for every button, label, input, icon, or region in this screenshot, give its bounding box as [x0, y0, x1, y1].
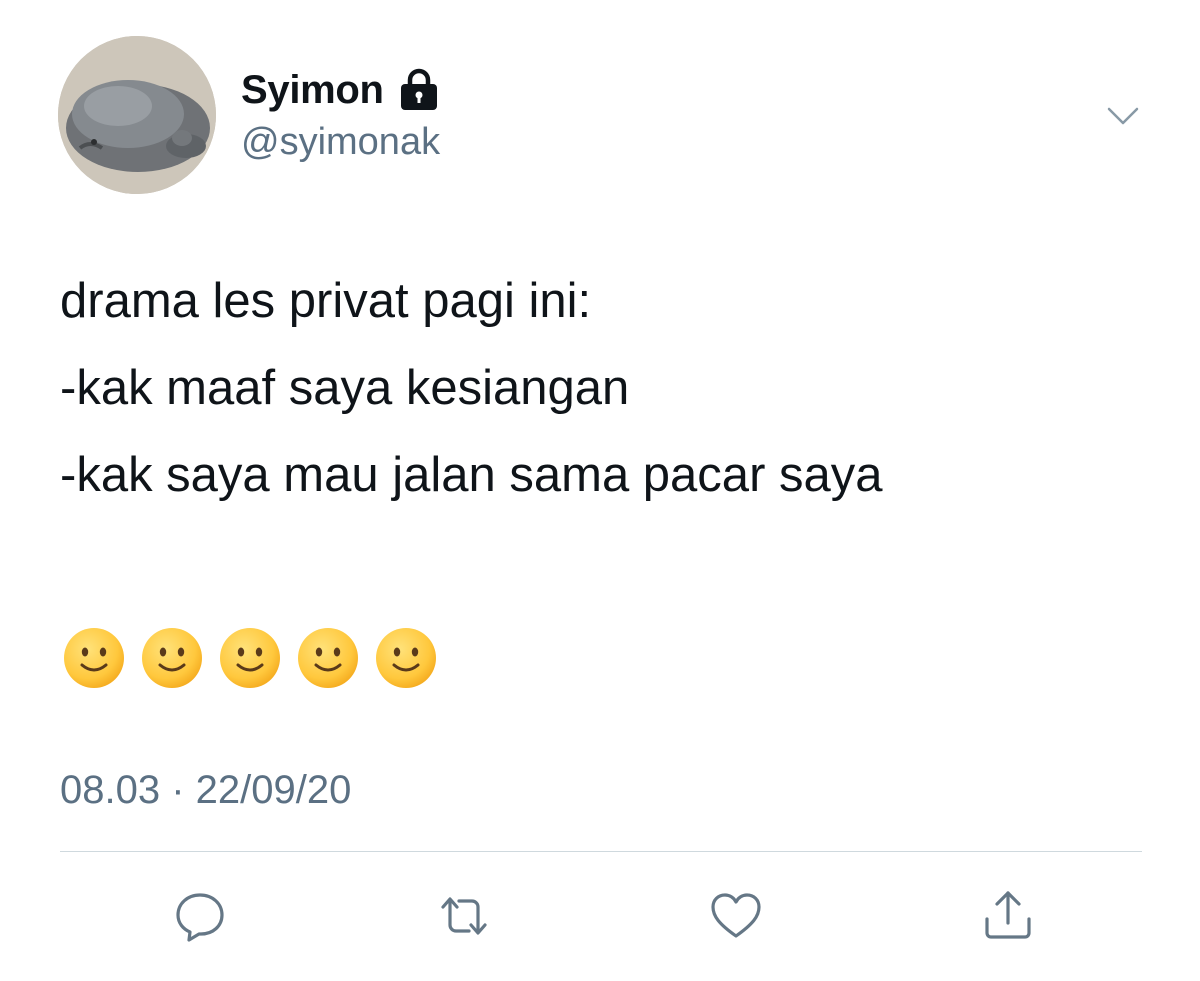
- retweet-icon: [441, 897, 487, 935]
- retweet-button[interactable]: [432, 884, 496, 948]
- avatar[interactable]: [58, 36, 216, 194]
- slightly-smiling-face-icon: [376, 628, 436, 688]
- slightly-smiling-face-icon: [142, 628, 202, 688]
- tweet-card: Syimon @syimonak drama les privat pagi i…: [0, 0, 1200, 981]
- author-handle[interactable]: @syimonak: [241, 121, 440, 164]
- slightly-smiling-face-icon: [298, 628, 358, 688]
- reply-button[interactable]: [168, 884, 232, 948]
- slightly-smiling-face-icon: [220, 628, 280, 688]
- like-button[interactable]: [704, 884, 768, 948]
- divider: [60, 851, 1142, 852]
- emoji-row: [62, 626, 438, 690]
- reply-icon: [176, 893, 224, 942]
- lock-icon: [396, 68, 442, 112]
- tweet-text: drama les privat pagi ini: -kak maaf say…: [60, 258, 1160, 519]
- slightly-smiling-face-icon: [64, 628, 124, 688]
- share-button[interactable]: [976, 884, 1040, 948]
- tweet-timestamp[interactable]: 08.03 · 22/09/20: [60, 768, 351, 813]
- chevron-down-icon[interactable]: [1103, 96, 1143, 136]
- share-icon: [985, 891, 1031, 939]
- tweet-line: -kak maaf saya kesiangan: [60, 361, 630, 415]
- tweet-line: -kak saya mau jalan sama pacar saya: [60, 448, 883, 502]
- seal-plush-avatar-image: [58, 36, 216, 194]
- heart-icon: [711, 893, 761, 938]
- tweet-line: drama les privat pagi ini:: [60, 274, 592, 328]
- author-name-row: Syimon: [241, 66, 442, 114]
- display-name[interactable]: Syimon: [241, 68, 384, 113]
